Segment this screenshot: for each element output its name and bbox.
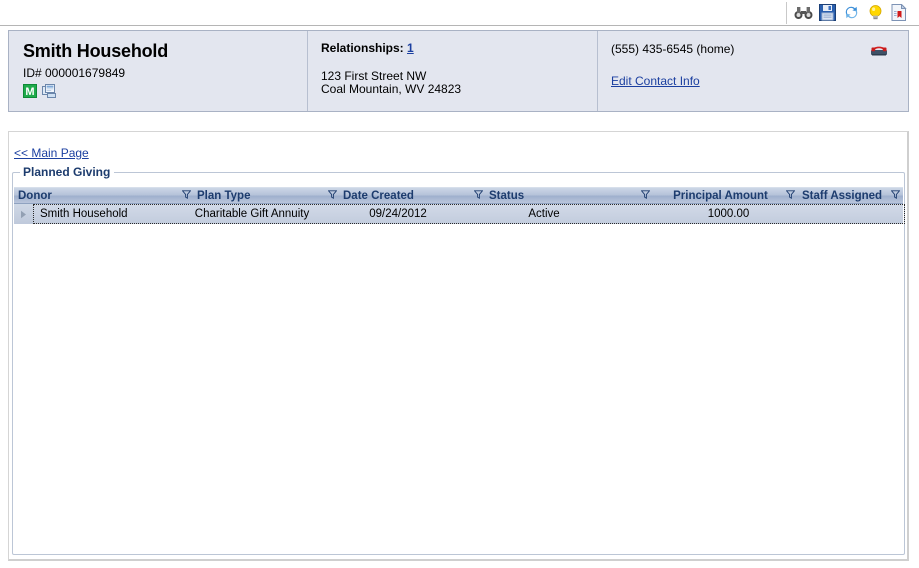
cell-unnamed [617,205,658,223]
planned-giving-groupbox: Planned Giving Donor Plan Type Date Crea… [12,165,905,555]
phone-row: (555) 435-6545 (home) [611,42,893,56]
membership-badge[interactable]: M [23,84,37,98]
column-header-plan-type-label: Plan Type [197,189,251,202]
main-page-link[interactable]: << Main Page [14,146,89,160]
row-cells: Smith Household Charitable Gift Annuity … [33,204,905,224]
column-header-staff-assigned[interactable]: Staff Assigned [798,188,903,203]
column-header-principal-amount-label: Principal Amount [673,189,768,202]
cell-status: Active [528,208,560,220]
row-selector-arrow-icon[interactable] [14,204,33,224]
edit-contact-info-link[interactable]: Edit Contact Info [611,74,700,88]
cell-date-created: 09/24/2012 [369,208,427,220]
multi-record-icon[interactable] [42,84,57,98]
filter-funnel-icon[interactable] [473,189,484,202]
column-header-donor-label: Donor [18,189,52,202]
table-row[interactable]: Smith Household Charitable Gift Annuity … [14,204,905,224]
column-header-donor[interactable]: Donor [14,188,178,203]
top-toolbar [0,0,919,26]
filter-funnel-icon[interactable] [890,189,901,202]
column-header-principal-amount[interactable]: Principal Amount [657,188,798,203]
household-identity-cell: Smith Household ID# 000001679849 M [9,31,307,111]
filter-funnel-icon[interactable] [785,189,796,202]
relationships-label: Relationships: [321,41,404,55]
main-content-panel: << Main Page Planned Giving Donor Plan T… [8,131,909,561]
refresh-icon[interactable] [841,3,861,23]
address-line-2: Coal Mountain, WV 24823 [321,82,462,96]
cell-plan-type: Charitable Gift Annuity [194,208,310,220]
filter-funnel-icon[interactable] [327,189,338,202]
column-header-status[interactable]: Status [470,188,616,203]
filter-funnel-icon[interactable] [640,189,651,202]
column-header-staff-assigned-label: Staff Assigned [802,189,883,202]
grid-header-row: Donor Plan Type Date Created Status Prin… [14,187,903,204]
badge-row: M [23,84,307,98]
toolbar-divider [786,1,787,24]
column-header-date-created-label: Date Created [343,189,414,202]
column-header-status-label: Status [489,189,525,202]
page-title: Smith Household [23,41,168,61]
planned-giving-grid: Donor Plan Type Date Created Status Prin… [14,187,905,224]
filter-funnel-icon[interactable] [181,189,192,202]
relationships-count-link[interactable]: 1 [407,41,414,55]
relationships-cell: Relationships: 1 123 First Street NW Coa… [307,31,597,111]
column-header-unnamed[interactable] [616,188,657,203]
contact-cell: (555) 435-6545 (home) Edit Contact Info [597,31,908,111]
column-header-plan-type[interactable]: Plan Type [178,188,324,203]
lightbulb-icon[interactable] [865,3,885,23]
planned-giving-title: Planned Giving [20,165,115,179]
cell-donor: Smith Household [40,208,128,220]
cell-principal-amount: 1000.00 [707,208,750,220]
relationships-line: Relationships: 1 [321,41,597,55]
phone-number: (555) 435-6545 (home) [611,42,735,56]
binoculars-icon[interactable] [793,3,813,23]
household-id: ID# 000001679849 [23,66,126,80]
save-icon[interactable] [817,3,837,23]
household-header-panel: Smith Household ID# 000001679849 M Relat… [8,30,909,112]
phone-icon[interactable] [870,42,888,56]
cell-staff-assigned [799,205,904,223]
column-header-date-created[interactable]: Date Created [324,188,470,203]
report-icon[interactable] [889,3,909,23]
